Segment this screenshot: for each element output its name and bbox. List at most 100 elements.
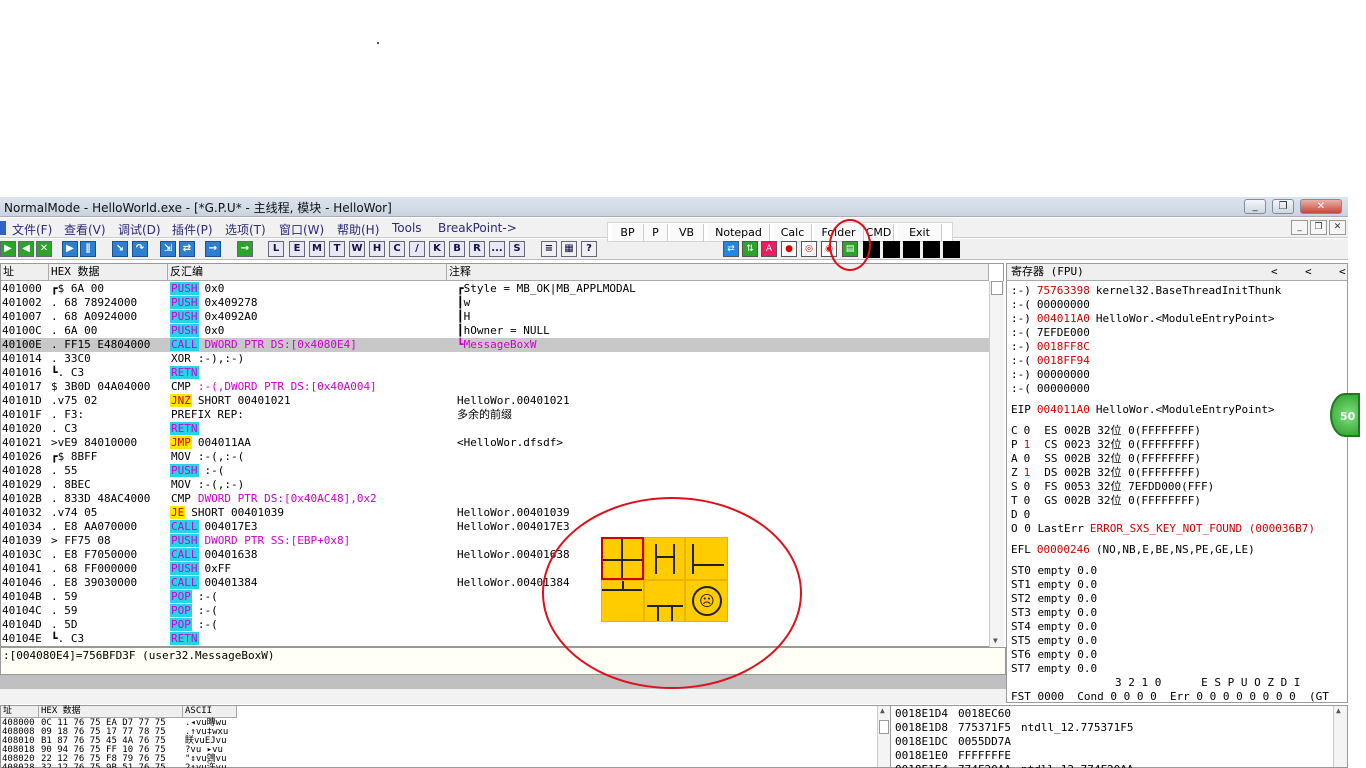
fpu-line[interactable]: ST4 empty 0.0 xyxy=(1011,620,1097,634)
disasm-row[interactable]: 401046. E8 39030000 CALL 00401384 HelloWor.… xyxy=(1,576,989,590)
stack-scrollbar[interactable]: ▲ xyxy=(1333,706,1347,767)
mdi-close-button[interactable]: ✕ xyxy=(1329,220,1346,235)
disasm-row[interactable]: 401016 ┗. C3 RETN xyxy=(1,366,989,380)
col-header-comment[interactable]: 注释 xyxy=(447,264,989,281)
scroll-up-icon[interactable]: ▲ xyxy=(1336,706,1341,715)
toolbar-L-button[interactable]: L xyxy=(268,241,284,257)
grid-icon[interactable]: ▦ xyxy=(561,241,577,257)
trace-over-icon[interactable]: ⇄ xyxy=(179,241,195,257)
menu-breakpoint[interactable]: BreakPoint-> xyxy=(438,221,517,235)
menu-view[interactable]: 查看(V) xyxy=(64,221,106,238)
toolbar-T-button[interactable]: T xyxy=(329,241,345,257)
disasm-row[interactable]: 401000 ┏$ 6A 00 PUSH 0x0 ┏Style = MB_OK|MB_A… xyxy=(1,282,989,296)
target-icon[interactable]: ◎ xyxy=(801,241,817,257)
updown-icon[interactable]: ⇅ xyxy=(742,241,758,257)
disasm-row[interactable]: 401020 . C3 RETN xyxy=(1,422,989,436)
rewind-icon[interactable]: ◀ xyxy=(18,241,34,257)
dump-header-ascii[interactable]: ASCII xyxy=(183,706,237,718)
disasm-row[interactable]: 401002 . 68 78924000 PUSH 0x409278 ┃w xyxy=(1,296,989,310)
disasm-row[interactable]: 401028 . 55 PUSH:-( xyxy=(1,464,989,478)
step-over-icon[interactable]: ↷ xyxy=(132,241,148,257)
refresh-icon[interactable]: ⇄ xyxy=(723,241,739,257)
trace-into-icon[interactable]: ⇲ xyxy=(160,241,176,257)
scroll-thumb[interactable] xyxy=(991,281,1003,295)
disasm-row[interactable]: 40103C. E8 F7050000 CALL 00401638 HelloWor.… xyxy=(1,548,989,562)
dump-scrollbar[interactable]: ▲ xyxy=(877,706,890,767)
register-line[interactable]: :-(0018FF94 xyxy=(1011,354,1096,368)
stack-row[interactable]: 0018E1D4 0018EC60 xyxy=(895,707,1021,721)
col-header-disasm[interactable]: 反汇编 xyxy=(168,264,447,281)
register-line[interactable]: :-(7EFDE000 xyxy=(1011,326,1096,340)
registers-pane[interactable]: 寄存器 (FPU) < < < :-) 75763398 kernel32.Base… xyxy=(1006,263,1348,703)
cpu-disassembly-pane[interactable]: 址 HEX 数据 反汇编 注释 401000 ┏$ 6A 00 PUSH 0x0 ┏St… xyxy=(0,263,1004,647)
disasm-row[interactable]: 401026 ┏$ 8BFF MOV:-(,:-( xyxy=(1,450,989,464)
reg-nav-prev[interactable]: < xyxy=(1305,264,1312,280)
eip-line[interactable]: EIP 004011A0 HelloWor.<ModuleEntryPoint> xyxy=(1011,403,1275,417)
stack-row[interactable]: 0018E1E4 774F20AA ntdll_12.774F20AA xyxy=(895,763,1134,768)
toolbar-E-button[interactable]: E xyxy=(289,241,305,257)
memory-dump-pane[interactable]: 址 HEX 数据 ASCII 408000 0C 11 76 75 EA D7 7… xyxy=(0,705,890,768)
execute-till-return-icon[interactable]: → xyxy=(205,241,221,257)
col-header-hex[interactable]: HEX 数据 xyxy=(49,264,168,281)
toolbar-B-button[interactable]: B xyxy=(449,241,465,257)
stack-row[interactable]: 0018E1DC 0055DD7A xyxy=(895,735,1021,749)
toolbar-slash-button[interactable]: / xyxy=(409,241,425,257)
register-line[interactable]: :-) 004011A0 HelloWor.<ModuleEntryPoint> xyxy=(1011,312,1275,326)
cpu-scrollbar[interactable]: ▼ xyxy=(989,281,1004,647)
fpu-line[interactable]: ST3 empty 0.0 xyxy=(1011,606,1097,620)
scroll-up-icon[interactable]: ▲ xyxy=(880,706,885,715)
run-icon[interactable]: ▶ xyxy=(0,241,16,257)
disasm-row[interactable]: 401039 > FF75 08 PUSH DWORD PTR SS:[EBP+0x8… xyxy=(1,534,989,548)
plugin-exit-button[interactable]: Exit xyxy=(898,224,942,241)
menu-window[interactable]: 窗口(W) xyxy=(279,221,324,238)
fpu-line[interactable]: ST5 empty 0.0 xyxy=(1011,634,1097,648)
disasm-row[interactable]: 401014 . 33C0 XOR:-),:-) xyxy=(1,352,989,366)
disasm-row[interactable]: 40101D .v75 02 JNZ SHORT 00401021 HelloWor.… xyxy=(1,394,989,408)
reg-nav-prev[interactable]: < xyxy=(1271,264,1278,280)
disasm-row[interactable]: 401007 . 68 A0924000 PUSH 0x4092A0 ┃H xyxy=(1,310,989,324)
register-line[interactable]: :-(00000000 xyxy=(1011,382,1096,396)
help-icon[interactable]: ? xyxy=(581,241,597,257)
dump-header-hex[interactable]: HEX 数据 xyxy=(39,706,183,718)
dump-row[interactable]: 408028 32 12 76 75 9B 51 76 75 2↕vu汻vu xyxy=(1,764,241,768)
reg-nav-prev[interactable]: < xyxy=(1339,264,1346,280)
scroll-down-icon[interactable]: ▼ xyxy=(993,636,998,645)
disasm-row[interactable]: 40102B . 833D 48AC4000 CMP DWORD PTR DS:[0x… xyxy=(1,492,989,506)
col-header-address[interactable]: 址 xyxy=(1,264,49,281)
disasm-row[interactable]: 40104D . 5D POP:-( xyxy=(1,618,989,632)
flag-line[interactable]: T 0 GS 002B 32位 0(FFFFFFFF) xyxy=(1011,494,1201,508)
stack-row[interactable]: 0018E1E0 FFFFFFFE xyxy=(895,749,1021,763)
fpu-line[interactable]: ST0 empty 0.0 xyxy=(1011,564,1097,578)
plugin-vb-button[interactable]: VB xyxy=(670,224,704,241)
menu-help[interactable]: 帮助(H) xyxy=(337,221,379,238)
toolbar-R-button[interactable]: R xyxy=(469,241,485,257)
menu-tools[interactable]: Tools xyxy=(392,221,422,235)
register-line[interactable]: :-) 00000000 xyxy=(1011,368,1096,382)
disasm-row[interactable]: 401032 .v74 05 JE SHORT 00401039 HelloWor.00… xyxy=(1,506,989,520)
lasterr-line[interactable]: O 0 LastErr ERROR_SXS_KEY_NOT_FOUND (0000… xyxy=(1011,522,1315,536)
toolbar-A-button[interactable]: A xyxy=(761,241,777,257)
flag-line[interactable]: S 0 FS 0053 32位 7EFDD000(FFF) xyxy=(1011,480,1214,494)
toolbar-dots-button[interactable]: ... xyxy=(489,241,505,257)
close-process-icon[interactable]: ✕ xyxy=(36,241,52,257)
minimize-button[interactable]: _ xyxy=(1244,199,1266,214)
stack-row[interactable]: 0018E1D8 775371F5 ntdll_12.775371F5 xyxy=(895,721,1134,735)
efl-line[interactable]: EFL 00000246 (NO,NB,E,BE,NS,PE,GE,LE) xyxy=(1011,543,1255,557)
stack-pane[interactable]: 0018E1D4 0018EC60 0018E1D8 775371F5 ntdll_12… xyxy=(890,705,1348,768)
mdi-minimize-button[interactable]: _ xyxy=(1291,220,1308,235)
restore-button[interactable]: ❐ xyxy=(1272,199,1294,214)
record-icon[interactable]: ● xyxy=(781,241,797,257)
dump-header-address[interactable]: 址 xyxy=(1,706,39,718)
toolbar-M-button[interactable]: M xyxy=(309,241,325,257)
register-line[interactable]: :-(00000000 xyxy=(1011,298,1096,312)
flag-line[interactable]: C 0 ES 002B 32位 0(FFFFFFFF) xyxy=(1011,424,1201,438)
disasm-row[interactable]: 40100E . FF15 E4804000 CALL DWORD PTR DS:[0… xyxy=(1,338,989,352)
pause-icon[interactable]: ∥ xyxy=(80,241,96,257)
register-line[interactable]: :-) 0018FF8C xyxy=(1011,340,1096,354)
disasm-row[interactable]: 401041 . 68 FF000000 PUSH 0xFF xyxy=(1,562,989,576)
fpu-line[interactable]: ST6 empty 0.0 xyxy=(1011,648,1097,662)
menu-file[interactable]: 文件(F) xyxy=(12,221,52,238)
go-to-icon[interactable]: → xyxy=(237,241,253,257)
side-badge[interactable]: 50 xyxy=(1330,393,1360,437)
register-line[interactable]: :-) 75763398 kernel32.BaseThreadInitThunk xyxy=(1011,284,1281,298)
